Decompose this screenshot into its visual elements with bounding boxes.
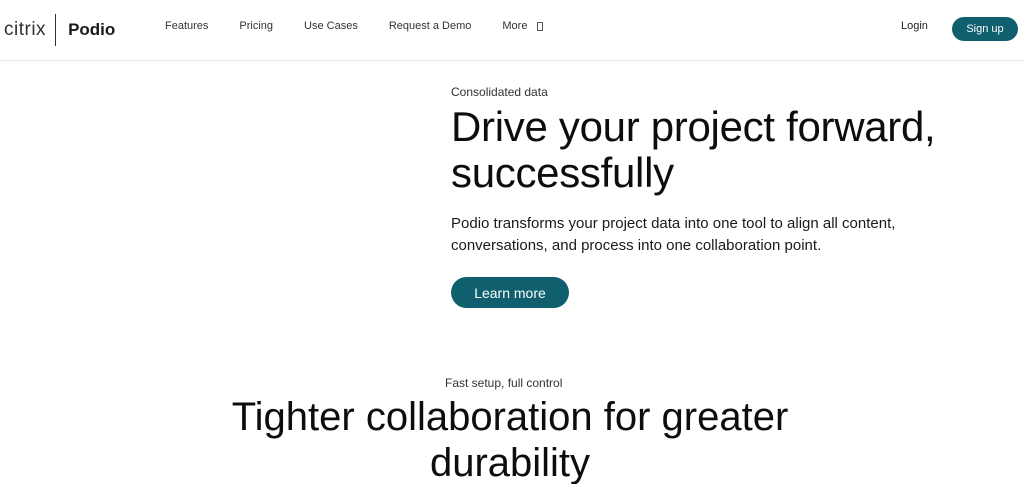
- login-link[interactable]: Login: [901, 20, 928, 32]
- citrix-logo: citrix: [4, 19, 47, 40]
- podio-logo: Podio: [68, 20, 116, 39]
- menu-toggle-icon: [537, 21, 544, 31]
- nav-item-use-cases[interactable]: Use Cases: [304, 20, 358, 32]
- nav-item-features[interactable]: Features: [165, 20, 208, 32]
- nav-item-more[interactable]: More: [502, 20, 544, 32]
- top-header: citrix Podio Features Pricing Use Cases …: [0, 0, 1024, 61]
- nav-more-label: More: [502, 20, 528, 32]
- main-nav: Features Pricing Use Cases Request a Dem…: [165, 20, 574, 32]
- brand-logo[interactable]: citrix Podio: [4, 14, 115, 46]
- learn-more-button[interactable]: Learn more: [451, 277, 569, 308]
- signup-button[interactable]: Sign up: [952, 17, 1018, 41]
- hero-description: Podio transforms your project data into …: [451, 215, 896, 254]
- hero-eyebrow: Consolidated data: [451, 85, 548, 99]
- section-eyebrow: Fast setup, full control: [445, 376, 563, 390]
- nav-item-request-demo[interactable]: Request a Demo: [389, 20, 472, 32]
- nav-item-pricing[interactable]: Pricing: [239, 20, 273, 32]
- hero-title: Drive your project forward, successfully: [451, 103, 936, 196]
- hero-section: Consolidated data Drive your project for…: [451, 85, 1011, 308]
- section-title: Tighter collaboration for greater durabi…: [231, 395, 789, 484]
- page: citrix Podio Features Pricing Use Cases …: [0, 0, 1024, 484]
- brand-divider: [55, 14, 57, 46]
